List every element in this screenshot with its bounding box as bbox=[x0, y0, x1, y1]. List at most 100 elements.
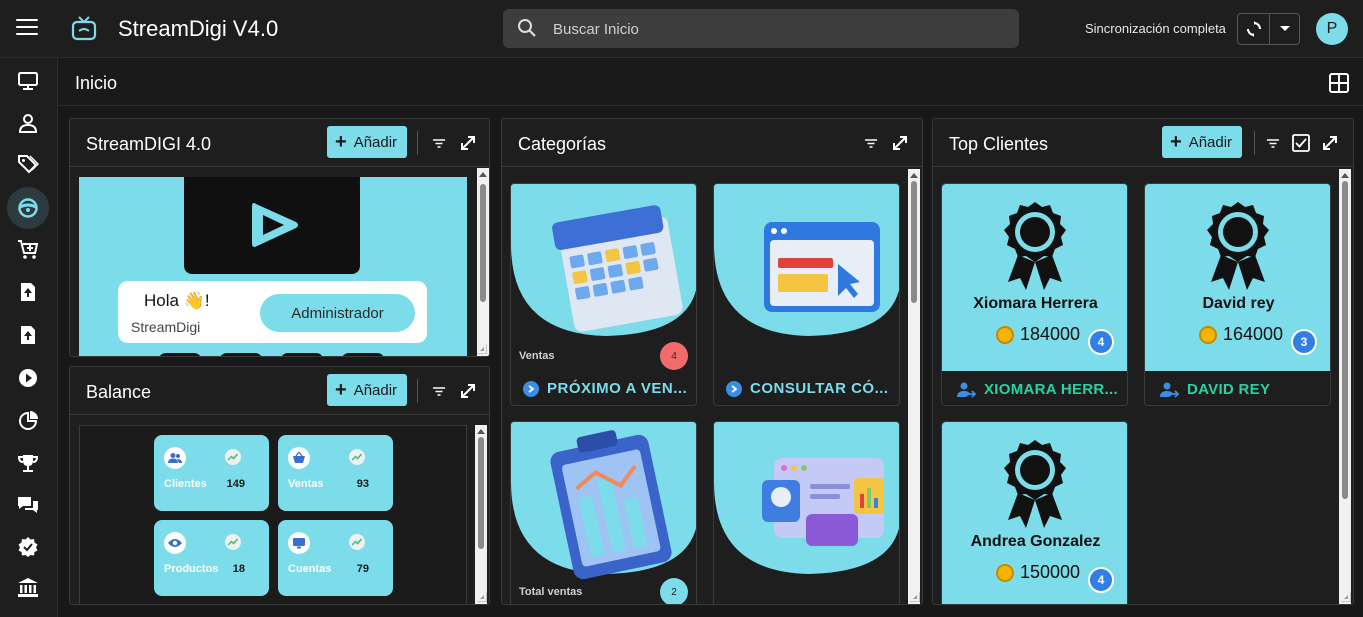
client-link[interactable]: XIOMARA HERR... bbox=[956, 381, 1118, 398]
stat-label: Productos bbox=[164, 563, 219, 575]
expand-icon[interactable] bbox=[1321, 134, 1339, 152]
scrollbar[interactable] bbox=[1339, 169, 1351, 604]
category-link[interactable]: CONSULTAR CÓ... bbox=[726, 380, 889, 397]
add-button[interactable]: + Añadir bbox=[327, 374, 408, 406]
balance-panel: Balance +Añadir Clientes 149 Ventas 93 bbox=[69, 366, 490, 605]
greeting-text: Hola 👋! bbox=[144, 291, 210, 310]
stat-label: Ventas bbox=[288, 478, 324, 490]
panel-title: Balance bbox=[86, 382, 152, 402]
expand-icon[interactable] bbox=[459, 134, 477, 152]
sidebar-item-verified[interactable] bbox=[7, 528, 49, 566]
search-input[interactable] bbox=[553, 17, 993, 41]
role-button[interactable]: Administrador bbox=[260, 294, 415, 332]
category-card-analytics[interactable] bbox=[713, 421, 900, 604]
chat-icon bbox=[18, 497, 38, 513]
client-card[interactable]: Xiomara Herrera 184000 4 XIOMARA HERR... bbox=[941, 183, 1128, 406]
sidebar-item-cart[interactable] bbox=[7, 230, 49, 268]
stat-value: 149 bbox=[226, 478, 245, 490]
chevron-right-icon bbox=[726, 380, 742, 397]
resize-handle-icon[interactable] bbox=[910, 592, 920, 602]
filter-icon[interactable] bbox=[430, 134, 448, 152]
client-card[interactable]: Andrea Gonzalez 150000 4 bbox=[941, 421, 1128, 604]
basket-icon bbox=[288, 447, 310, 469]
sidebar-item-bank[interactable] bbox=[7, 569, 49, 607]
video-player[interactable] bbox=[184, 177, 360, 274]
stat-card-sales[interactable]: Ventas 93 bbox=[278, 435, 393, 511]
categories-panel: Categorías Ventas 4 PRÓXIMO A VEN... CON… bbox=[501, 118, 923, 605]
scrollbar[interactable] bbox=[908, 169, 920, 604]
checkbox-icon[interactable] bbox=[1292, 134, 1310, 152]
grid-layout-icon[interactable] bbox=[1329, 73, 1349, 93]
avatar[interactable]: P bbox=[1316, 13, 1348, 45]
category-card-sales[interactable]: Ventas 4 PRÓXIMO A VEN... bbox=[510, 183, 697, 406]
page-title: Inicio bbox=[75, 73, 118, 93]
user-link-icon bbox=[1160, 382, 1179, 398]
plus-icon: + bbox=[1170, 131, 1182, 153]
streamdigi-panel: StreamDIGI 4.0 + Añadir Hola 👋! StreamDig… bbox=[69, 118, 490, 357]
award-ribbon-icon bbox=[1004, 440, 1066, 528]
expand-icon[interactable] bbox=[891, 134, 909, 152]
add-button[interactable]: + Añadir bbox=[1162, 126, 1243, 158]
brand-text: StreamDigi bbox=[131, 319, 201, 335]
client-name: Andrea Gonzalez bbox=[970, 533, 1101, 550]
upload-icon bbox=[21, 283, 35, 301]
top-clients-panel: Top Clientes + Añadir Xiomara Herrera 184… bbox=[932, 118, 1354, 605]
eye-icon bbox=[164, 532, 186, 554]
filter-icon[interactable] bbox=[1264, 134, 1282, 152]
tv-logo-icon bbox=[71, 16, 97, 41]
sidebar-item-upload-file[interactable] bbox=[7, 316, 49, 354]
play-icon[interactable] bbox=[246, 199, 302, 251]
monitor-icon bbox=[18, 72, 38, 90]
trending-up-icon bbox=[225, 534, 241, 550]
filter-icon[interactable] bbox=[862, 134, 880, 152]
sidebar-item-upload[interactable] bbox=[7, 273, 49, 311]
resize-handle-icon[interactable] bbox=[477, 344, 487, 354]
sidebar-item-chat[interactable] bbox=[7, 486, 49, 524]
sidebar-item-trophy[interactable] bbox=[7, 444, 49, 482]
carousel-tab[interactable] bbox=[219, 353, 263, 356]
search-icon bbox=[518, 19, 536, 37]
play-icon bbox=[19, 369, 37, 387]
carousel-tab[interactable] bbox=[280, 353, 324, 356]
stat-card-clients[interactable]: Clientes 149 bbox=[154, 435, 269, 511]
filter-icon[interactable] bbox=[430, 382, 448, 400]
award-ribbon-icon bbox=[1004, 202, 1066, 290]
panel-title: StreamDIGI 4.0 bbox=[86, 134, 212, 154]
sidebar-item-play[interactable] bbox=[7, 359, 49, 397]
app-title: StreamDigi V4.0 bbox=[118, 16, 279, 41]
sidebar-item-steering[interactable] bbox=[7, 187, 49, 229]
carousel-tab[interactable] bbox=[158, 353, 202, 356]
carousel-tab[interactable] bbox=[341, 353, 385, 356]
sidebar-item-tags[interactable] bbox=[7, 145, 49, 183]
coin-icon bbox=[1199, 325, 1217, 344]
page-header: Inicio bbox=[58, 58, 1363, 106]
plus-icon: + bbox=[335, 379, 347, 401]
category-link[interactable]: PRÓXIMO A VEN... bbox=[523, 380, 687, 397]
sync-dropdown-button[interactable] bbox=[1270, 14, 1300, 44]
scrollbar[interactable] bbox=[475, 425, 487, 604]
search-bar[interactable] bbox=[503, 9, 1019, 48]
sidebar bbox=[0, 58, 58, 617]
browser-illustration bbox=[714, 184, 899, 371]
panel-header: Top Clientes + Añadir bbox=[933, 119, 1353, 167]
sync-button[interactable] bbox=[1238, 14, 1270, 44]
stat-card-accounts[interactable]: Cuentas 79 bbox=[278, 520, 393, 596]
stat-card-products[interactable]: Productos 18 bbox=[154, 520, 269, 596]
client-card[interactable]: David rey 164000 3 DAVID REY bbox=[1144, 183, 1331, 406]
expand-icon[interactable] bbox=[459, 382, 477, 400]
sidebar-item-dashboard[interactable] bbox=[7, 62, 49, 100]
client-name: David rey bbox=[1202, 295, 1275, 312]
category-card-consult[interactable]: CONSULTAR CÓ... bbox=[713, 183, 900, 406]
analytics-illustration bbox=[714, 422, 899, 604]
top-bar: StreamDigi V4.0 Sincronización completa … bbox=[0, 0, 1363, 58]
resize-handle-icon[interactable] bbox=[1341, 592, 1351, 602]
chevron-down-icon bbox=[1280, 26, 1290, 31]
category-card-total-sales[interactable]: Total ventas 2 bbox=[510, 421, 697, 604]
sidebar-item-reports[interactable] bbox=[7, 402, 49, 440]
scrollbar[interactable] bbox=[477, 168, 489, 356]
menu-icon[interactable] bbox=[16, 19, 38, 39]
add-button[interactable]: + Añadir bbox=[327, 126, 408, 158]
client-link[interactable]: DAVID REY bbox=[1159, 381, 1270, 398]
resize-handle-icon[interactable] bbox=[477, 592, 487, 602]
sidebar-item-users[interactable] bbox=[7, 104, 49, 142]
